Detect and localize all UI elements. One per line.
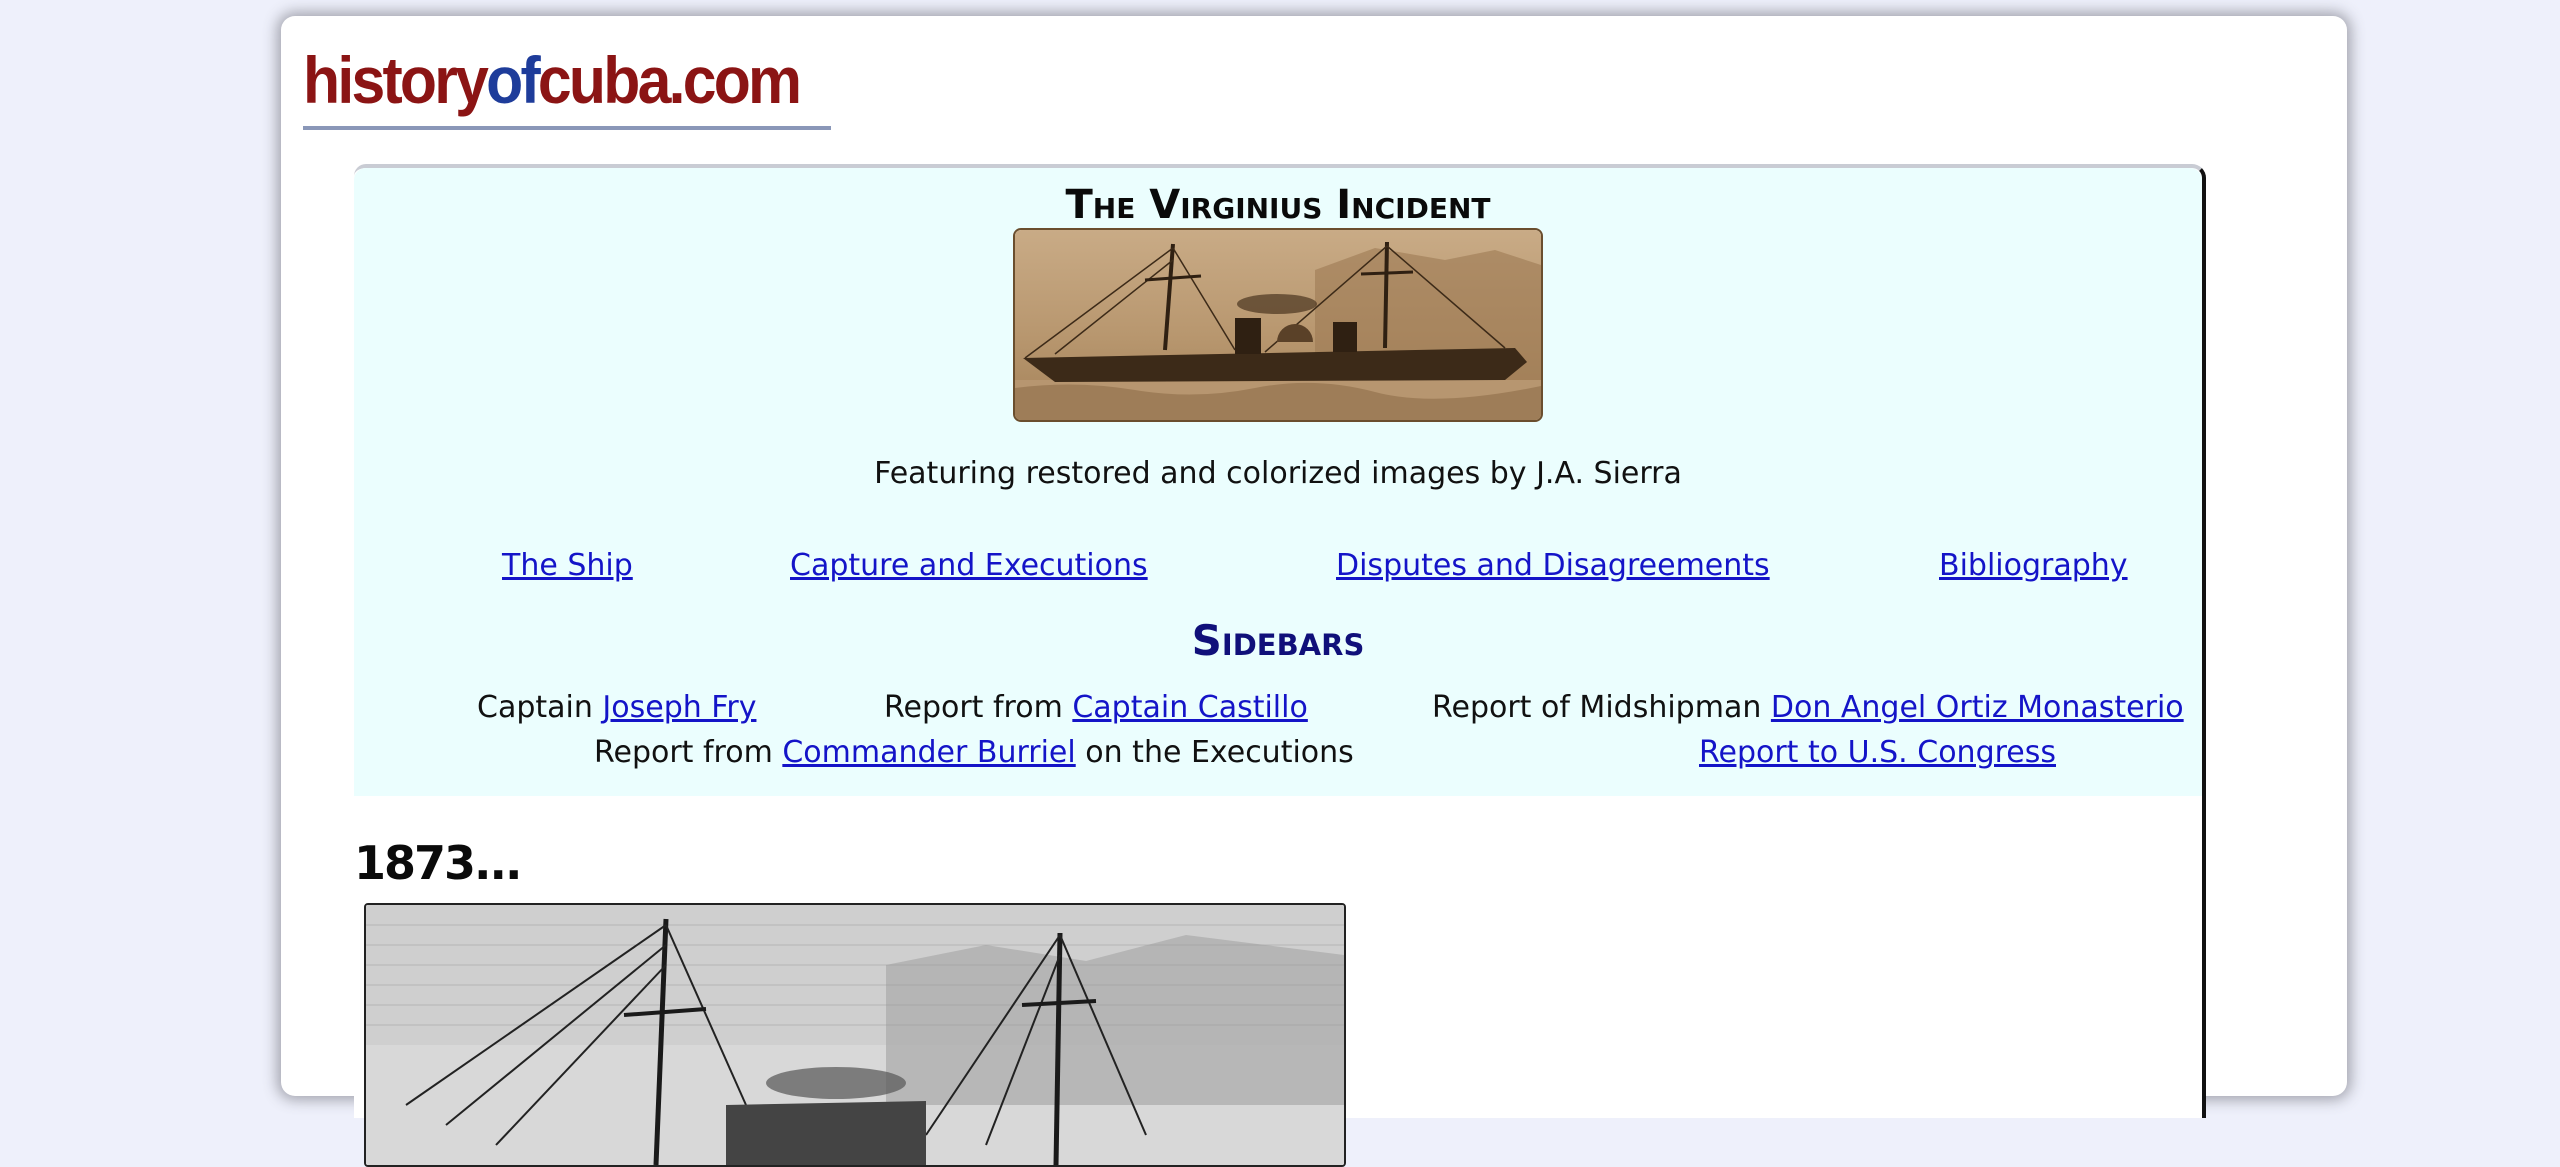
nav-link-capture-and-executions[interactable]: Capture and Executions	[790, 548, 1148, 583]
image-credit-caption: Featuring restored and colorized images …	[874, 456, 1682, 491]
logo-underline	[303, 126, 831, 130]
site-logo[interactable]: historyofcuba.com	[303, 43, 831, 130]
link-commander-burriel[interactable]: Commander Burriel	[782, 735, 1075, 770]
sidebar-fry-prefix: Captain	[477, 690, 603, 725]
ship-sepia-illustration	[1015, 230, 1541, 420]
nav-link-bibliography[interactable]: Bibliography	[1939, 548, 2128, 583]
page-container: historyofcuba.com The Virginius Incident	[281, 16, 2347, 1167]
nav-link-disputes-and-disagreements[interactable]: Disputes and Disagreements	[1336, 548, 1770, 583]
link-joseph-fry[interactable]: Joseph Fry	[602, 690, 756, 725]
sidebar-ortiz-prefix: Report of Midshipman	[1432, 690, 1771, 725]
sidebar-entry-congress: Report to U.S. Congress	[1699, 735, 2056, 770]
logo-part-history: history	[303, 43, 489, 117]
sidebar-castillo-prefix: Report from	[884, 690, 1073, 725]
logo-part-cuba: cuba	[537, 43, 671, 117]
sidebar-burriel-suffix: on the Executions	[1075, 735, 1354, 770]
link-captain-castillo[interactable]: Captain Castillo	[1072, 690, 1308, 725]
link-report-to-us-congress[interactable]: Report to U.S. Congress	[1699, 735, 2056, 770]
logo-part-com: .com	[668, 43, 802, 117]
content-panel: The Virginius Incident Featuring restore…	[354, 164, 2206, 1167]
sidebar-entry-fry: Captain Joseph Fry	[477, 690, 756, 725]
sidebar-entry-castillo: Report from Captain Castillo	[884, 690, 1308, 725]
sidebars-heading: Sidebars	[1191, 616, 1365, 665]
link-don-angel-ortiz-monasterio[interactable]: Don Angel Ortiz Monasterio	[1771, 690, 2184, 725]
ship-sepia-image	[1013, 228, 1543, 422]
section-heading-year: 1873...	[354, 836, 522, 890]
ship-engraving-image	[364, 903, 1346, 1167]
page-title: The Virginius Incident	[1065, 182, 1491, 228]
logo-part-of: of	[486, 43, 541, 117]
sidebar-burriel-prefix: Report from	[594, 735, 783, 770]
nav-link-the-ship[interactable]: The Ship	[502, 548, 633, 583]
sidebar-entry-burriel: Report from Commander Burriel on the Exe…	[594, 735, 1354, 770]
sidebar-entry-ortiz: Report of Midshipman Don Angel Ortiz Mon…	[1432, 690, 2184, 725]
article-header-box: The Virginius Incident Featuring restore…	[354, 168, 2202, 796]
logo-text: historyofcuba.com	[303, 43, 802, 117]
ship-engraving-illustration	[366, 905, 1344, 1165]
